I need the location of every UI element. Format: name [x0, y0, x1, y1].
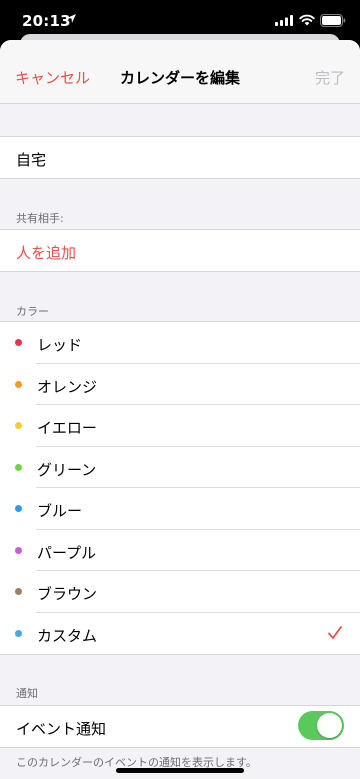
color-swatch	[15, 422, 22, 429]
color-swatch	[15, 546, 22, 554]
page-title: カレンダーを編集	[119, 69, 240, 87]
color-option[interactable]: オレンジ	[0, 364, 360, 406]
home-indicator	[116, 768, 244, 773]
color-list: レッドオレンジイエローグリーンブルーパープルブラウンカスタム	[0, 321, 360, 655]
color-option-label: パープル	[37, 543, 97, 562]
toggle-knob	[317, 713, 342, 738]
color-option[interactable]: ブルー	[0, 488, 360, 530]
wifi-icon	[299, 14, 315, 26]
color-option-label: グリーン	[37, 460, 97, 479]
color-swatch	[15, 339, 22, 346]
color-option[interactable]: パープル	[0, 530, 360, 572]
location-arrow-icon	[67, 14, 76, 23]
color-swatch	[15, 380, 22, 388]
calendar-name-value: 自宅	[16, 151, 47, 169]
color-section-header: カラー	[16, 305, 49, 318]
color-option[interactable]: レッド	[0, 322, 360, 364]
checkmark-icon	[328, 625, 342, 639]
status-time: 20:13	[22, 12, 71, 30]
color-option[interactable]: イエロー	[0, 405, 360, 447]
done-button[interactable]: 完了	[315, 67, 345, 88]
add-person-label: 人を追加	[16, 244, 77, 262]
color-swatch	[15, 588, 22, 595]
calendar-name-field[interactable]: 自宅	[0, 137, 360, 178]
navigation-bar: キャンセル カレンダーを編集 完了	[0, 40, 360, 104]
color-option[interactable]: ブラウン	[0, 571, 360, 613]
notification-group: イベント通知	[0, 705, 360, 748]
color-option-label: カスタム	[37, 626, 98, 645]
event-notification-toggle[interactable]	[298, 711, 344, 740]
battery-icon	[320, 14, 346, 27]
color-option-label: ブラウン	[37, 585, 98, 603]
edit-calendar-sheet: キャンセル カレンダーを編集 完了 自宅 共有相手: 人を追加 カラー レッドオ…	[0, 40, 360, 779]
add-person-button[interactable]: 人を追加	[0, 230, 360, 271]
color-option-label: ブルー	[37, 502, 83, 520]
color-option[interactable]: カスタム	[0, 613, 360, 655]
notification-section-header: 通知	[16, 687, 38, 700]
color-option[interactable]: グリーン	[0, 447, 360, 489]
shared-group: 人を追加	[0, 229, 360, 272]
color-swatch	[15, 629, 22, 637]
event-notification-row: イベント通知	[0, 706, 360, 747]
color-swatch	[15, 505, 22, 512]
cellular-signal-icon	[275, 15, 293, 26]
color-swatch	[15, 463, 22, 471]
shared-section-header: 共有相手:	[16, 212, 64, 225]
color-option-label: レッド	[37, 336, 83, 354]
calendar-name-group: 自宅	[0, 136, 360, 179]
color-option-label: オレンジ	[37, 377, 98, 396]
event-notification-label: イベント通知	[16, 720, 107, 738]
color-option-label: イエロー	[37, 419, 97, 437]
